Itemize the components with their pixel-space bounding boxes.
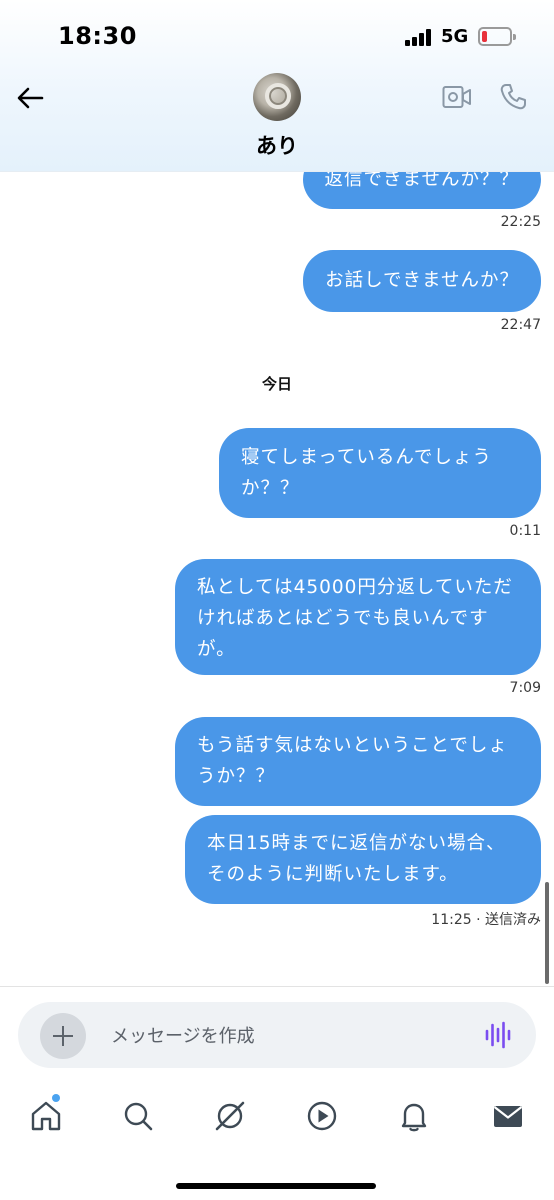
message-timestamp: 11:25 · 送信済み	[431, 912, 541, 928]
tab-notifications[interactable]	[396, 1098, 432, 1134]
voice-message-button[interactable]	[484, 1021, 514, 1049]
scrollbar[interactable]	[545, 882, 549, 984]
bottom-tab-bar	[0, 1090, 554, 1150]
message-bubble[interactable]: 本日15時までに返信がない場合、そのように判断いたします。	[185, 815, 541, 904]
message-timestamp: 22:47	[500, 317, 541, 333]
notification-dot	[52, 1094, 60, 1102]
tab-grok[interactable]	[212, 1098, 248, 1134]
battery-icon	[478, 27, 516, 46]
message-bubble[interactable]: お話しできませんか？	[303, 250, 541, 312]
add-attachment-button[interactable]	[40, 1013, 86, 1059]
message-thread[interactable]: 返信できませんか？？ 22:25 お話しできませんか？ 22:47 今日 寝てし…	[0, 172, 554, 987]
video-camera-icon	[442, 86, 471, 108]
message-bubble[interactable]: もう話す気はないということでしょうか？？	[175, 717, 541, 806]
mail-icon	[493, 1106, 523, 1127]
tab-messages[interactable]	[490, 1098, 526, 1134]
avatar[interactable]	[253, 73, 301, 121]
message-bubble[interactable]: 寝てしまっているんでしょうか？？	[219, 428, 541, 518]
waveform-icon	[485, 1021, 511, 1049]
message-bubble[interactable]: 返信できませんか？？	[302, 172, 541, 209]
arrow-left-icon	[17, 87, 44, 109]
chat-header: 18:30 5G あり	[0, 0, 554, 172]
tab-video[interactable]	[304, 1098, 340, 1134]
play-icon	[307, 1101, 337, 1131]
message-timestamp: 0:11	[509, 523, 541, 539]
search-icon	[124, 1102, 153, 1131]
bell-icon	[401, 1103, 427, 1132]
message-bubble[interactable]: 私としては45000円分返していただければあとはどうでも良いんですが。	[175, 559, 541, 675]
signal-icon	[405, 29, 435, 46]
tab-home[interactable]	[28, 1098, 64, 1134]
contact-name[interactable]: あり	[0, 130, 554, 160]
message-input[interactable]: メッセージを作成	[111, 1022, 255, 1048]
tab-search[interactable]	[120, 1098, 156, 1134]
voice-call-button[interactable]	[498, 82, 528, 112]
status-time: 18:30	[58, 22, 137, 50]
phone-icon	[500, 84, 526, 110]
date-separator: 今日	[261, 375, 292, 393]
message-timestamp: 22:25	[500, 214, 541, 230]
home-icon	[31, 1101, 61, 1131]
video-call-button[interactable]	[442, 84, 472, 110]
message-composer[interactable]: メッセージを作成	[18, 1002, 536, 1068]
network-label: 5G	[441, 26, 469, 47]
back-button[interactable]	[10, 80, 50, 116]
grok-icon	[215, 1101, 245, 1131]
message-timestamp: 7:09	[509, 680, 541, 696]
home-indicator[interactable]	[176, 1183, 376, 1189]
